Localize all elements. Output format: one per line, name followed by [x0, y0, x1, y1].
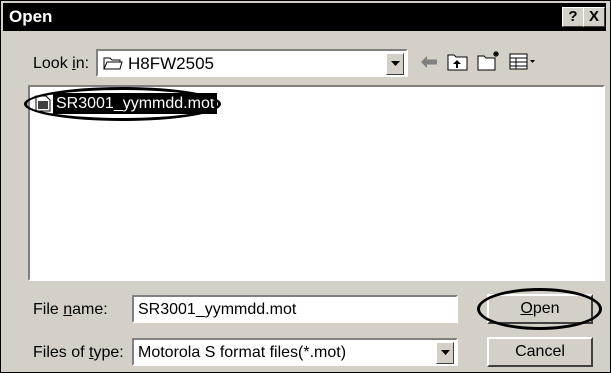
folder-icon: [103, 57, 123, 70]
look-in-value: H8FW2505: [128, 54, 214, 73]
title-bar[interactable]: Open ? X: [3, 3, 606, 31]
file-type-dropdown[interactable]: Motorola S format files(*.mot): [132, 338, 458, 366]
cancel-button[interactable]: Cancel: [487, 337, 593, 367]
new-folder-icon[interactable]: [477, 50, 501, 72]
help-button[interactable]: ?: [562, 7, 584, 27]
dialog-title: Open: [9, 7, 53, 26]
close-button[interactable]: X: [583, 7, 605, 27]
open-button[interactable]: Open: [487, 294, 593, 324]
file-item-name: SR3001_yymmdd.mot: [53, 93, 218, 114]
file-type-value: Motorola S format files(*.mot): [138, 344, 347, 361]
look-in-label: Look in:: [33, 55, 90, 72]
chevron-down-icon: [441, 350, 450, 355]
file-type-label: Files of type:: [33, 344, 124, 361]
open-dialog: Open ? X Look in: H8FW2505 SR3001_yymmdd…: [0, 0, 611, 373]
file-list[interactable]: SR3001_yymmdd.mot: [24, 85, 605, 281]
back-arrow-icon[interactable]: [420, 55, 438, 69]
file-name-value: SR3001_yymmdd.mot: [138, 301, 297, 318]
file-icon: [35, 95, 51, 112]
look-in-dropdown-button[interactable]: [386, 53, 404, 75]
view-menu-icon[interactable]: [509, 53, 537, 71]
chevron-down-icon: [391, 61, 400, 66]
file-type-dropdown-button[interactable]: [436, 342, 454, 364]
list-item[interactable]: SR3001_yymmdd.mot: [33, 93, 223, 115]
file-name-label: File name:: [33, 301, 108, 318]
file-name-input[interactable]: SR3001_yymmdd.mot: [132, 295, 458, 323]
up-folder-icon[interactable]: [447, 52, 469, 72]
look-in-dropdown[interactable]: H8FW2505: [96, 49, 408, 77]
